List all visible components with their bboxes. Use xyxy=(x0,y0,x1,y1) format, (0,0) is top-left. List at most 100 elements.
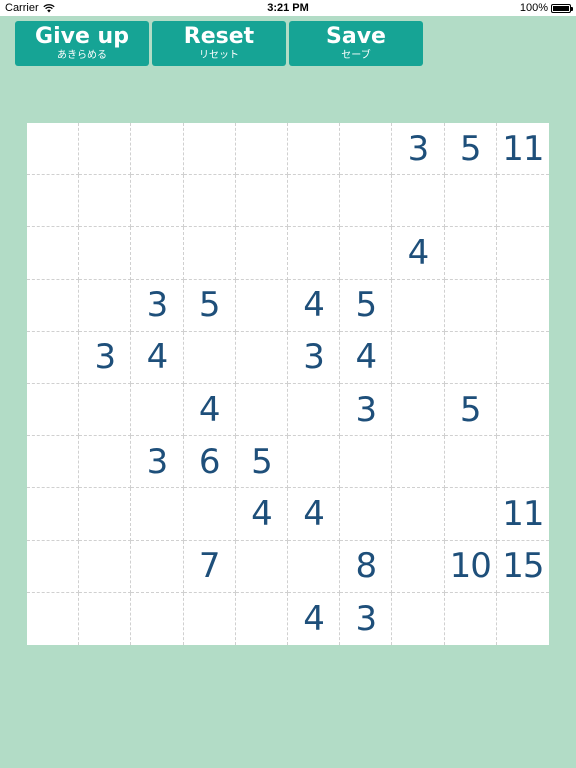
board-cell[interactable] xyxy=(444,175,497,228)
board-cell[interactable] xyxy=(131,227,184,280)
board-cell[interactable] xyxy=(288,540,341,593)
board-cell[interactable] xyxy=(27,540,80,593)
board-cell[interactable]: 5 xyxy=(340,279,393,332)
board-cell[interactable] xyxy=(183,331,236,384)
board-cell[interactable]: 11 xyxy=(496,488,549,541)
board-cell[interactable] xyxy=(184,592,236,645)
board-cell[interactable] xyxy=(444,331,497,384)
board-cell[interactable] xyxy=(496,175,549,228)
board-cell[interactable] xyxy=(79,279,132,332)
board-cell[interactable] xyxy=(131,384,184,437)
board-cell[interactable] xyxy=(27,175,80,228)
save-button[interactable]: Save セーブ xyxy=(289,21,423,66)
board-cell[interactable] xyxy=(79,436,132,489)
board-cell[interactable] xyxy=(235,175,288,228)
board-cell[interactable] xyxy=(392,436,445,489)
give-up-button[interactable]: Give up あきらめる xyxy=(15,21,149,66)
board-cell[interactable]: 4 xyxy=(340,331,393,384)
board-cell[interactable] xyxy=(27,123,80,176)
board-cell[interactable] xyxy=(288,123,341,176)
board-cell[interactable] xyxy=(79,540,132,593)
board-cell[interactable] xyxy=(131,488,184,541)
board-cell[interactable]: 3 xyxy=(79,331,132,384)
board-cell[interactable]: 5 xyxy=(444,384,497,437)
board-cell[interactable]: 11 xyxy=(496,123,549,176)
board-cell[interactable] xyxy=(27,279,80,332)
board-cell[interactable] xyxy=(131,175,184,228)
board-cell[interactable]: 15 xyxy=(496,541,549,593)
board-cell[interactable] xyxy=(235,384,288,437)
board-cell[interactable] xyxy=(235,227,288,280)
board-cell[interactable] xyxy=(183,488,236,541)
board-cell[interactable] xyxy=(235,123,288,176)
board-cell[interactable] xyxy=(131,592,184,645)
board-cell[interactable] xyxy=(444,227,497,280)
board-cell[interactable] xyxy=(235,279,288,332)
board-cell[interactable]: 7 xyxy=(183,540,236,593)
board-cell[interactable]: 3 xyxy=(340,384,393,437)
board-cell[interactable] xyxy=(392,384,445,437)
board-cell[interactable] xyxy=(392,279,445,332)
board-cell[interactable] xyxy=(27,331,80,384)
board-cell[interactable] xyxy=(131,540,184,593)
board-cell[interactable] xyxy=(444,488,497,541)
board-cell[interactable]: 5 xyxy=(183,279,236,332)
board-cell[interactable]: 3 xyxy=(131,279,184,332)
board-cell[interactable]: 3 xyxy=(340,592,393,645)
board-cell[interactable] xyxy=(235,331,288,384)
board-cell[interactable] xyxy=(497,593,549,645)
board-cell[interactable]: 10 xyxy=(444,540,497,593)
board-cell[interactable] xyxy=(79,488,132,541)
board-cell[interactable] xyxy=(236,592,288,645)
board-cell[interactable] xyxy=(288,436,341,489)
board-cell[interactable] xyxy=(131,123,184,176)
board-cell[interactable] xyxy=(235,540,288,593)
board-cell[interactable]: 4 xyxy=(288,488,341,541)
board-cell[interactable] xyxy=(27,436,80,489)
board-cell[interactable] xyxy=(79,175,132,228)
board-cell[interactable]: 4 xyxy=(235,488,288,541)
board-cell[interactable]: 6 xyxy=(183,436,236,489)
board-cell[interactable] xyxy=(340,227,393,280)
board-cell[interactable] xyxy=(183,123,236,176)
board-cell[interactable] xyxy=(496,384,549,437)
board-cell[interactable]: 4 xyxy=(288,592,341,645)
board-cell[interactable] xyxy=(496,332,549,384)
board-cell[interactable]: 5 xyxy=(235,436,288,489)
board-cell[interactable] xyxy=(183,175,236,228)
board-cell[interactable] xyxy=(392,540,445,593)
board-cell[interactable]: 5 xyxy=(444,123,497,176)
board-cell[interactable] xyxy=(392,488,445,541)
board-cell[interactable] xyxy=(288,384,341,437)
board-cell[interactable] xyxy=(445,592,497,645)
board-cell[interactable] xyxy=(288,227,341,280)
board-cell[interactable] xyxy=(392,592,445,645)
board-cell[interactable] xyxy=(27,592,80,645)
board-cell[interactable] xyxy=(79,123,132,176)
board-cell[interactable] xyxy=(392,331,445,384)
board-cell[interactable] xyxy=(496,227,549,280)
board-cell[interactable] xyxy=(27,488,80,541)
board-cell[interactable] xyxy=(79,592,132,645)
board-cell[interactable] xyxy=(27,384,80,437)
board-cell[interactable] xyxy=(340,436,393,489)
board-cell[interactable]: 4 xyxy=(131,331,184,384)
board-cell[interactable] xyxy=(340,175,393,228)
board-cell[interactable] xyxy=(79,227,132,280)
board-cell[interactable]: 4 xyxy=(183,384,236,437)
board-cell[interactable]: 4 xyxy=(288,279,341,332)
board-cell[interactable] xyxy=(392,175,445,228)
board-cell[interactable] xyxy=(79,384,132,437)
board-cell[interactable] xyxy=(340,488,393,541)
board-cell[interactable] xyxy=(496,436,549,489)
board-cell[interactable] xyxy=(340,123,393,176)
board-cell[interactable]: 3 xyxy=(131,436,184,489)
board-cell[interactable] xyxy=(27,227,80,280)
board-cell[interactable]: 3 xyxy=(392,123,445,176)
board-cell[interactable] xyxy=(444,279,497,332)
board-cell[interactable] xyxy=(444,436,497,489)
board-cell[interactable]: 3 xyxy=(288,331,341,384)
board-cell[interactable] xyxy=(183,227,236,280)
board-cell[interactable]: 8 xyxy=(340,540,393,593)
board-cell[interactable] xyxy=(288,175,341,228)
